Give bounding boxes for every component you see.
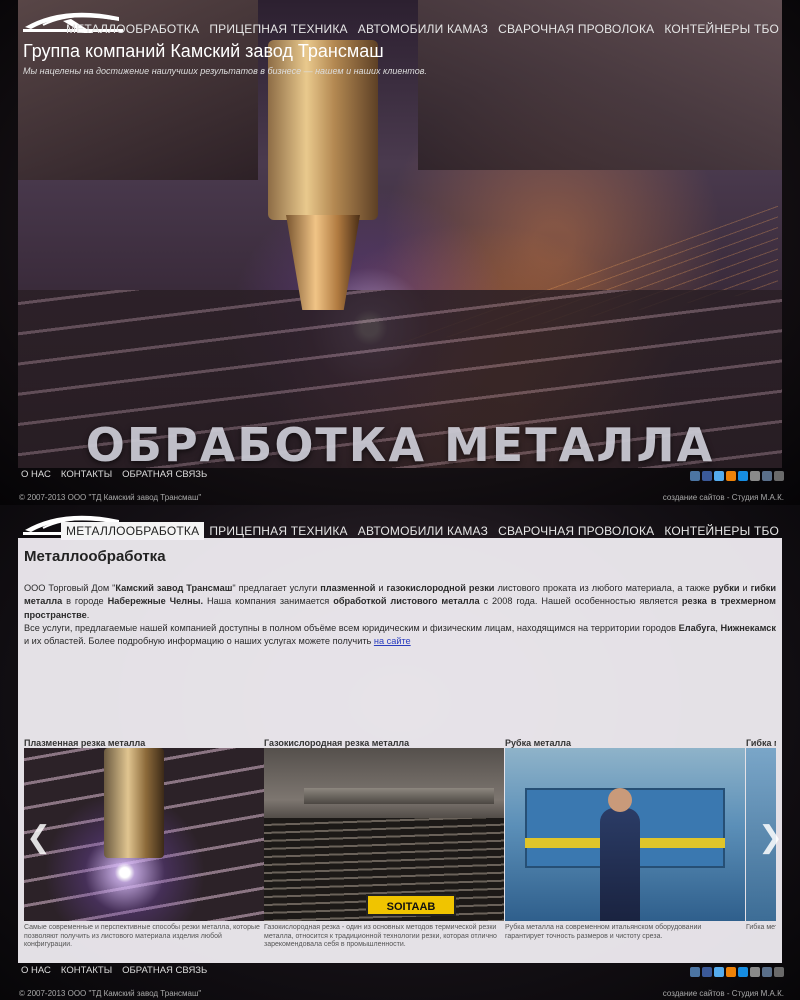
footer-nav: О НАС КОНТАКТЫ ОБРАТНАЯ СВЯЗЬ — [21, 965, 207, 976]
rss-icon[interactable] — [774, 967, 784, 977]
service-image-gas[interactable]: SOITAAB — [264, 748, 504, 921]
site-tagline: Мы нацелены на достижение наилучших резу… — [23, 66, 427, 76]
footer-link-about[interactable]: О НАС — [21, 965, 51, 976]
studio-link[interactable]: Студия М.А.К. — [732, 493, 784, 502]
brand-plate: SOITAAB — [366, 894, 456, 916]
footer-link-about[interactable]: О НАС — [21, 469, 51, 480]
page-title: Металлообработка — [24, 548, 166, 565]
service-description: Рубка металла на современном итальянском… — [505, 924, 702, 940]
services-carousel: Плазменная резка металла Самые современн… — [24, 738, 776, 954]
service-title[interactable]: Рубка металла — [505, 738, 745, 748]
site-title: Группа компаний Камский завод Трансмаш — [23, 41, 384, 61]
service-image-plasma[interactable] — [24, 748, 264, 921]
studio-prefix: создание сайтов - — [662, 493, 732, 502]
footer-link-contacts[interactable]: КОНТАКТЫ — [61, 469, 112, 480]
service-card[interactable]: Газокислородная резка металла SOITAAB Га… — [264, 738, 504, 954]
service-card[interactable]: Рубка металла Рубка металла на современн… — [505, 738, 745, 954]
studio-credit: создание сайтов - Студия М.А.К. — [663, 989, 784, 998]
facebook-icon[interactable] — [702, 471, 712, 481]
vk-icon[interactable] — [690, 471, 700, 481]
service-title[interactable]: Плазменная резка металла — [24, 738, 264, 748]
carousel-prev-icon[interactable]: ❮ — [26, 820, 51, 855]
twitter-icon[interactable] — [714, 967, 724, 977]
site-link[interactable]: на сайте — [374, 636, 411, 646]
service-title[interactable]: Газокислородная резка металла — [264, 738, 504, 748]
odnoklassniki-icon[interactable] — [726, 471, 736, 481]
nav-item-containers[interactable]: КОНТЕЙНЕРЫ ТБО — [659, 20, 784, 38]
vk-icon[interactable] — [690, 967, 700, 977]
content-text: ООО Торговый Дом "Камский завод Трансмаш… — [24, 582, 776, 648]
nav-item-kamaz[interactable]: АВТОМОБИЛИ КАМАЗ — [353, 20, 493, 38]
content-paragraph-1: ООО Торговый Дом "Камский завод Трансмаш… — [24, 583, 776, 620]
twitter-icon[interactable] — [714, 471, 724, 481]
main-nav: МЕТАЛЛООБРАБОТКА ПРИЦЕПНАЯ ТЕХНИКА АВТОМ… — [61, 20, 784, 38]
content-paragraph-2: Все услуги, предлагаемые нашей компанией… — [24, 622, 776, 647]
service-title[interactable]: Гибка металла — [746, 738, 776, 748]
service-description: Самые современные и перспективные способ… — [24, 924, 260, 948]
hero-caption: ОБРАБОТКА МЕТАЛЛА — [85, 418, 715, 472]
social-icons — [690, 967, 784, 977]
facebook-icon[interactable] — [702, 967, 712, 977]
home-screen: ОБРАБОТКА МЕТАЛЛА МЕТАЛЛООБРАБОТКА ПРИЦЕ… — [0, 0, 800, 505]
copyright: © 2007-2013 ООО "ТД Камский завод Трансм… — [19, 989, 202, 998]
mailru-icon[interactable] — [738, 471, 748, 481]
studio-prefix: создание сайтов - — [662, 989, 732, 998]
service-description: Гибка металла без сварочных швов служит.… — [746, 924, 776, 931]
livejournal-icon[interactable] — [762, 967, 772, 977]
google-plus-icon[interactable] — [750, 471, 760, 481]
service-image-shear[interactable] — [505, 748, 745, 921]
google-plus-icon[interactable] — [750, 967, 760, 977]
nav-item-welding-wire[interactable]: СВАРОЧНАЯ ПРОВОЛОКА — [493, 20, 659, 38]
copyright: © 2007-2013 ООО "ТД Камский завод Трансм… — [19, 493, 202, 502]
social-icons — [690, 471, 784, 481]
studio-link[interactable]: Студия М.А.К. — [732, 989, 784, 998]
footer-link-feedback[interactable]: ОБРАТНАЯ СВЯЗЬ — [122, 965, 207, 976]
odnoklassniki-icon[interactable] — [726, 967, 736, 977]
carousel-next-icon[interactable]: ❯ — [758, 820, 783, 855]
service-description: Газокислородная резка - один из основных… — [264, 924, 497, 948]
nav-item-metalworking[interactable]: МЕТАЛЛООБРАБОТКА — [61, 20, 204, 38]
footer-nav: О НАС КОНТАКТЫ ОБРАТНАЯ СВЯЗЬ — [21, 469, 207, 480]
livejournal-icon[interactable] — [762, 471, 772, 481]
service-card[interactable]: Плазменная резка металла Самые современн… — [24, 738, 264, 954]
footer-link-contacts[interactable]: КОНТАКТЫ — [61, 965, 112, 976]
rss-icon[interactable] — [774, 471, 784, 481]
footer-link-feedback[interactable]: ОБРАТНАЯ СВЯЗЬ — [122, 469, 207, 480]
nav-item-trailers[interactable]: ПРИЦЕПНАЯ ТЕХНИКА — [204, 20, 352, 38]
mailru-icon[interactable] — [738, 967, 748, 977]
studio-credit: создание сайтов - Студия М.А.К. — [663, 493, 784, 502]
